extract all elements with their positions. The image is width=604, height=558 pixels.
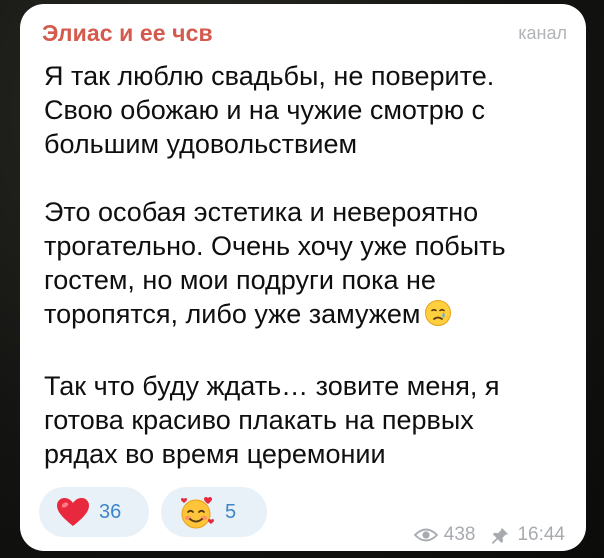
message-paragraph: Так что буду ждать… зовите меня, я готов… (44, 369, 574, 471)
post-time: 16:44 (517, 524, 565, 545)
reaction-count: 5 (225, 500, 237, 523)
reactions-bar: 36 5 (39, 487, 267, 537)
channel-name[interactable]: Элиас и ее чсв (42, 20, 213, 47)
message-line: трогательно. Очень хочу уже побыть (44, 231, 506, 261)
smiling-face-with-hearts-icon (179, 494, 217, 530)
eye-icon (413, 527, 439, 543)
message-line: Так что буду ждать… зовите меня, я (44, 371, 500, 401)
message-line: торопятся, либо уже замужем (44, 299, 421, 329)
message-line: Это особая эстетика и невероятно (44, 197, 479, 227)
message-text: Я так люблю свадьбы, не поверите. Свою о… (44, 59, 574, 471)
message-paragraph: Это особая эстетика и невероятно трогате… (44, 195, 574, 335)
message-line: рядах во время церемонии (44, 439, 386, 469)
message-line: Свою обожаю и на чужие смотрю с (44, 95, 485, 125)
reaction-count: 36 (99, 500, 122, 523)
message-line: большим удовольствием (44, 129, 358, 159)
message-line: гостем, но мои подруги пока не (44, 265, 436, 295)
post-meta: 438 16:44 (413, 524, 565, 546)
reaction-smiling-hearts-button[interactable]: 5 (161, 487, 267, 537)
message-line: готова красиво плакать на первых (44, 405, 474, 435)
crying-face-emoji-icon (424, 299, 452, 335)
reaction-heart-button[interactable]: 36 (39, 487, 149, 537)
pin-icon (491, 526, 509, 544)
message-paragraph: Я так люблю свадьбы, не поверите. Свою о… (44, 59, 574, 161)
views-count: 438 (443, 524, 476, 545)
channel-post-bubble: Элиас и ее чсв канал Я так люблю свадьбы… (20, 4, 586, 551)
chat-background: Элиас и ее чсв канал Я так люблю свадьбы… (0, 0, 604, 558)
red-heart-icon (55, 496, 91, 528)
channel-tag: канал (518, 23, 567, 43)
message-line: Я так люблю свадьбы, не поверите. (44, 61, 495, 91)
